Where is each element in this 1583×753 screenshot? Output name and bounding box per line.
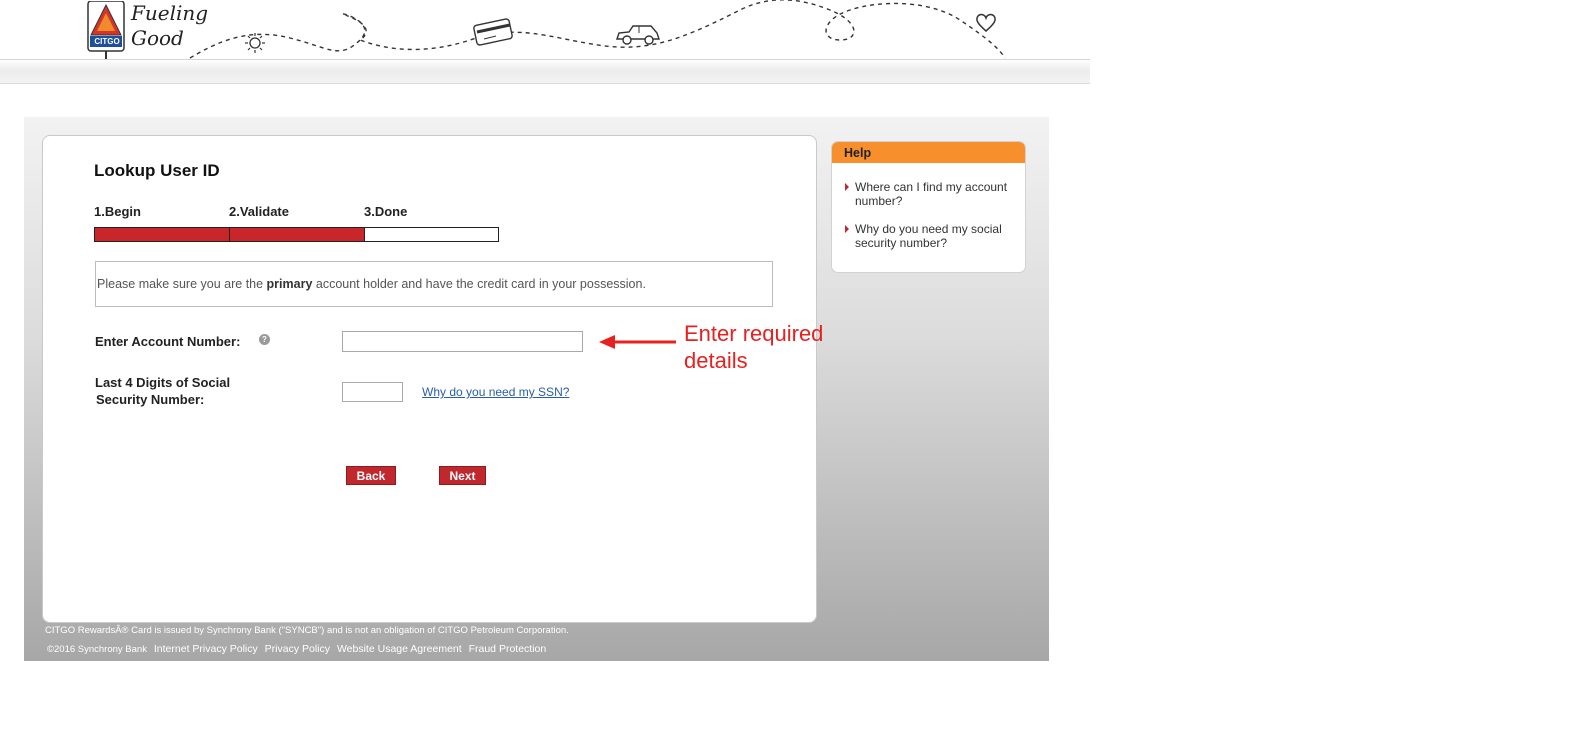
progress-segment-begin — [95, 228, 229, 241]
step-label-validate: 2.Validate — [229, 204, 289, 219]
progress-divider — [229, 228, 230, 241]
progress-segment-done — [365, 228, 498, 241]
citgo-trimark-icon — [87, 0, 125, 59]
notice-text-before: Please make sure you are the — [97, 277, 267, 291]
ssn-last4-input[interactable] — [342, 382, 403, 402]
nav-band — [0, 60, 1090, 84]
back-button[interactable]: Back — [346, 466, 396, 485]
footer-copyright: ©2016 Synchrony Bank — [47, 644, 147, 655]
ssn-label-line2: Security Number: — [96, 392, 205, 407]
help-link-line: number? — [855, 194, 903, 208]
footer-link-internet-privacy[interactable]: Internet Privacy Policy — [154, 643, 258, 655]
account-number-input[interactable] — [342, 331, 583, 352]
ssn-label-line1: Last 4 Digits of Social — [95, 375, 231, 390]
bullet-arrow-icon — [845, 183, 849, 191]
citgo-fueling-good-logo[interactable]: CITGO Fueling Good — [86, 0, 209, 59]
footer-disclaimer: CITGO RewardsÂ® Card is issued by Synchr… — [45, 625, 569, 636]
main-panel: Lookup User ID 1.Begin 2.Validate 3.Done… — [24, 117, 1049, 661]
progress-segment-validate — [230, 228, 364, 241]
help-link-line: Why do you need my social — [855, 222, 1002, 236]
sun-icon — [244, 32, 266, 59]
progress-divider — [364, 228, 365, 241]
logo-tagline-fueling: Fueling — [131, 1, 209, 25]
help-box: Help Where can I find my account number?… — [831, 141, 1026, 273]
account-help-icon[interactable]: ? — [259, 334, 270, 345]
help-link-account-number[interactable]: Where can I find my account number? — [855, 180, 1020, 208]
logo-tagline-good: Good — [131, 26, 184, 50]
footer-link-fraud-protection[interactable]: Fraud Protection — [469, 643, 547, 655]
annotation-arrow-icon — [599, 335, 676, 349]
help-title: Help — [832, 142, 1025, 163]
heart-icon — [974, 10, 998, 39]
step-progress-bar — [94, 227, 499, 242]
why-ssn-link[interactable]: Why do you need my SSN? — [422, 385, 569, 399]
help-link-line: security number? — [855, 236, 948, 250]
help-link-line: Where can I find my account — [855, 180, 1008, 194]
annotation-line1: Enter required — [684, 321, 824, 346]
footer-link-privacy-policy[interactable]: Privacy Policy — [265, 643, 330, 655]
citgo-brand-text: CITGO — [94, 37, 120, 46]
next-button[interactable]: Next — [439, 466, 486, 485]
page-title: Lookup User ID — [94, 161, 220, 180]
primary-holder-notice: Please make sure you are the primary acc… — [95, 261, 773, 307]
step-label-done: 3.Done — [364, 204, 408, 219]
bullet-arrow-icon — [845, 225, 849, 233]
car-icon — [615, 24, 661, 51]
notice-text-bold: primary — [266, 277, 313, 291]
footer-link-website-usage[interactable]: Website Usage Agreement — [337, 643, 462, 655]
step-label-begin: 1.Begin — [94, 204, 141, 219]
lookup-form-card: Lookup User ID 1.Begin 2.Validate 3.Done… — [42, 135, 817, 623]
footer-links: ©2016 Synchrony Bank Internet Privacy Po… — [47, 643, 550, 655]
site-header: CITGO Fueling Good — [0, 0, 1090, 60]
account-number-label: Enter Account Number: — [95, 334, 241, 349]
notice-text-after: account holder and have the credit card … — [312, 277, 646, 291]
annotation-text: Enter required details — [684, 320, 823, 374]
credit-card-icon — [472, 18, 514, 53]
help-link-social-security[interactable]: Why do you need my social security numbe… — [855, 222, 1020, 250]
annotation-line2: details — [684, 348, 748, 373]
